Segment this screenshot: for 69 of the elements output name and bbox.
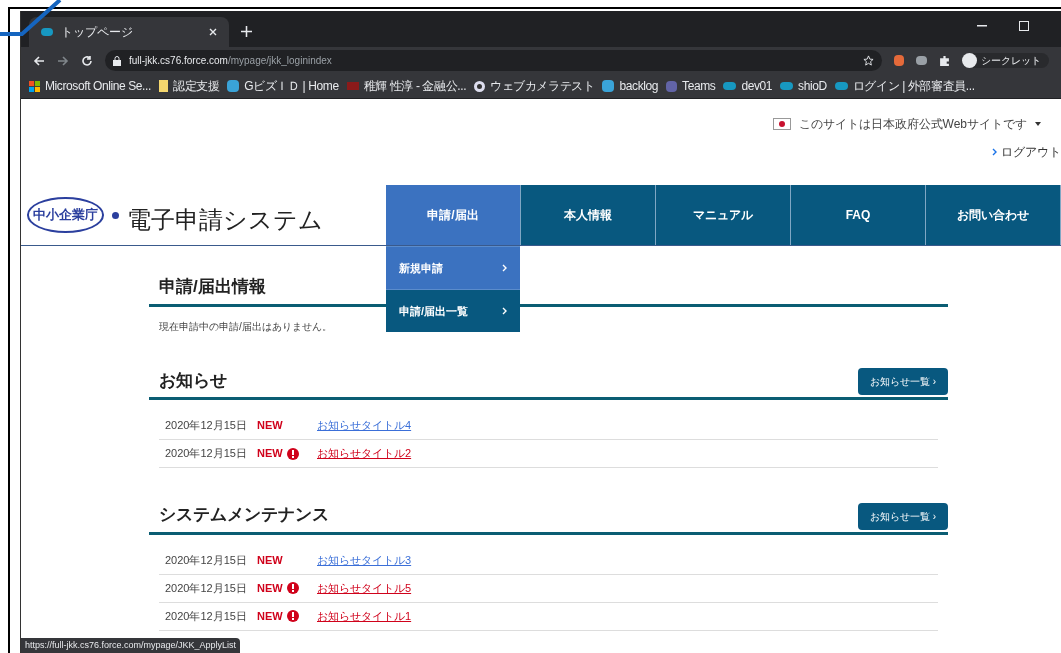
forward-arrow-icon[interactable] (57, 54, 69, 67)
notice-title-link[interactable]: お知らせタイトル4 (317, 417, 412, 434)
new-label: NEW (257, 446, 284, 462)
nav-tab[interactable]: マニュアル (656, 185, 791, 245)
lock-icon (113, 55, 121, 66)
close-icon[interactable] (209, 28, 217, 36)
windows-logo-icon (29, 80, 40, 92)
bookmark-link[interactable]: backlog (602, 77, 659, 95)
logout-link[interactable]: ログアウト (1001, 143, 1061, 161)
notice-list-button[interactable]: お知らせ一覧 › (857, 502, 948, 530)
bookmark-link[interactable]: Microsoft Online Se... (29, 77, 151, 95)
bookmark-link[interactable]: 稚輝 性淳 - 金融公... (346, 77, 467, 95)
maximize-icon[interactable] (1019, 21, 1029, 31)
puzzle-icon[interactable] (939, 55, 950, 66)
dropdown-caret-icon[interactable] (1035, 122, 1041, 126)
notice-list-button[interactable]: お知らせ一覧 › (857, 368, 948, 395)
bookmark-link[interactable]: ログイン | 外部審査員... (834, 77, 975, 95)
notice-date: 2020年12月15日 (165, 580, 248, 596)
minimize-icon[interactable] (977, 25, 987, 27)
section-heading: お知らせ (159, 369, 227, 392)
section-heading: システムメンテナンス (159, 504, 329, 526)
reload-icon[interactable] (81, 54, 93, 67)
new-label: NEW (257, 418, 284, 434)
notice-title-link[interactable]: お知らせタイトル2 (317, 445, 412, 462)
notice-date: 2020年12月15日 (165, 552, 248, 568)
app-icon (227, 80, 240, 92)
chevron-right-icon (502, 307, 507, 315)
section-heading: 申請/届出情報 (159, 276, 266, 298)
url-text: full-jkk.cs76.force.com/mypage/jkk_loginindex (129, 54, 333, 68)
back-arrow-icon[interactable] (33, 54, 45, 67)
nav-tab[interactable]: FAQ (791, 185, 926, 245)
new-label: NEW (257, 552, 284, 568)
nav-tab[interactable]: 申請/届出 (386, 185, 521, 245)
nav-tab[interactable]: お問い合わせ (926, 185, 1061, 245)
status-url: https://full-jkk.cs76.force.com/mypage/JKK_ApplyList (21, 637, 241, 653)
notice-title-link[interactable]: お知らせタイトル3 (317, 551, 412, 569)
app-icon (602, 80, 615, 92)
chevron-right-icon (502, 264, 507, 272)
bookmark-link[interactable]: GビズＩＤ | Home (227, 77, 339, 95)
notice-title-link[interactable]: お知らせタイトル5 (317, 579, 412, 597)
submenu-item[interactable]: 申請/届出一覧 (386, 289, 520, 332)
browser-tab[interactable]: トップページ (29, 17, 229, 47)
star-icon[interactable] (863, 55, 874, 66)
bookmark-link[interactable]: shioD (780, 77, 827, 95)
address-bar[interactable]: full-jkk.cs76.force.com/mypage/jkk_loginindex (105, 50, 882, 71)
notice-date: 2020年12月15日 (165, 608, 248, 624)
new-label: NEW (257, 580, 284, 596)
annotation-line-drawing (0, 0, 62, 38)
bookmark-link[interactable]: 認定支援 (158, 77, 220, 95)
folder-icon (158, 80, 168, 92)
agency-logo: 中小企業庁 (27, 197, 104, 233)
empty-message: 現在申請中の申請/届出はありません。 (159, 319, 332, 334)
new-label: NEW (257, 608, 284, 624)
bookmark-link[interactable]: Teams (666, 77, 716, 95)
incognito-avatar-icon (962, 53, 977, 68)
gov-notice-link[interactable]: このサイトは日本政府公式Webサイトです (798, 115, 1027, 133)
notice-date: 2020年12月15日 (165, 446, 248, 462)
site-title: 電子申請システム (127, 205, 323, 235)
japan-flag-icon (772, 118, 791, 130)
tab-title: トップページ (61, 24, 134, 41)
bookmark-link[interactable]: dev01 (723, 77, 773, 95)
incognito-button[interactable]: シークレット (962, 53, 1049, 68)
chevron-right-icon (992, 148, 997, 156)
nav-tab[interactable]: 本人情報 (521, 185, 656, 245)
submenu-item[interactable]: 新規申請 (386, 246, 520, 289)
new-tab-icon[interactable] (241, 26, 252, 37)
notice-date: 2020年12月15日 (165, 418, 248, 434)
notice-title-link[interactable]: お知らせタイトル1 (317, 607, 412, 625)
bookmark-link[interactable]: ウェブカメラテスト (474, 77, 595, 95)
